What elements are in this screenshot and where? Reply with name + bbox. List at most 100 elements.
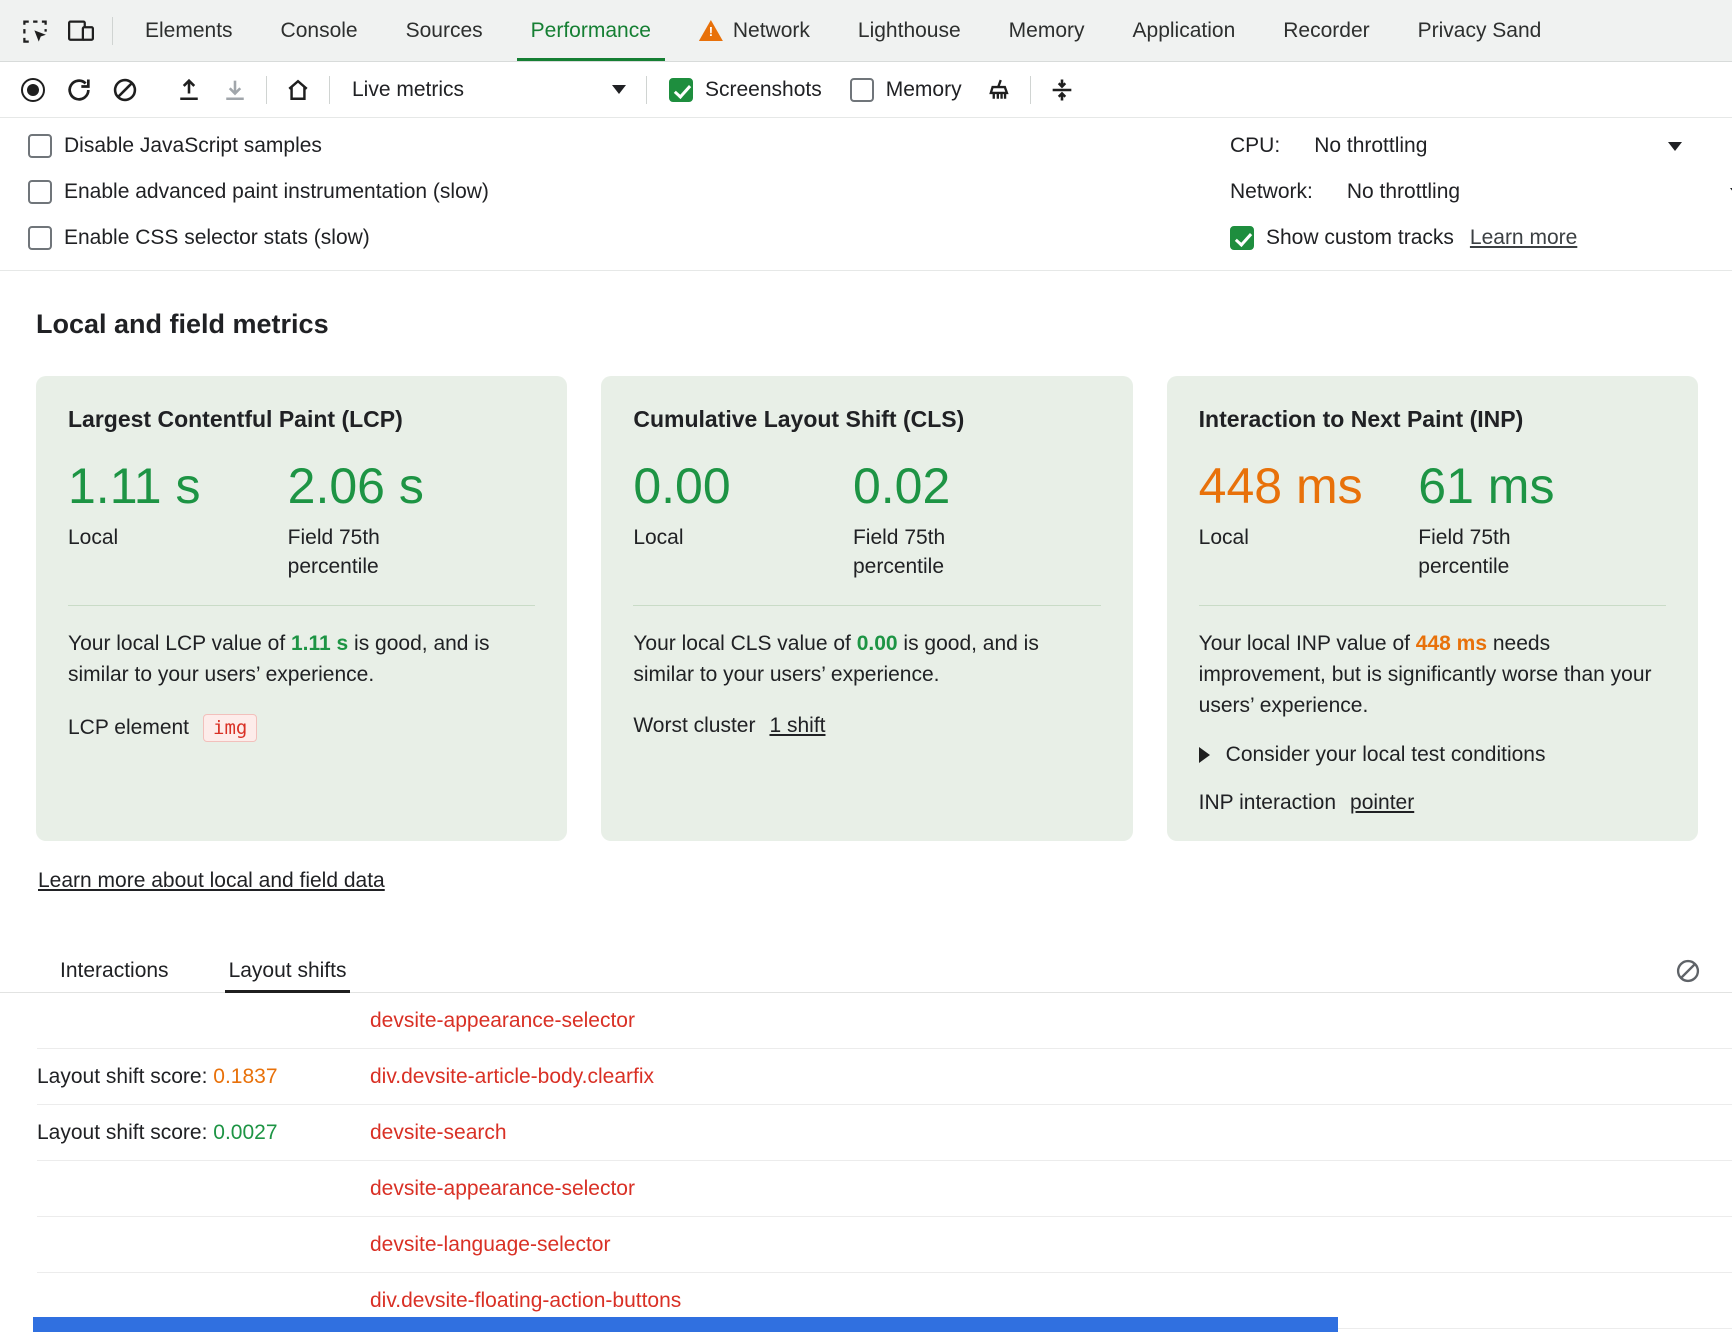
worst-cluster-label: Worst cluster bbox=[633, 714, 755, 738]
inspect-icon[interactable] bbox=[12, 8, 58, 54]
shift-target-link[interactable]: devsite-language-selector bbox=[370, 1233, 610, 1257]
network-throttling-select[interactable]: Network: No throttling bbox=[1230, 180, 1732, 204]
advanced-paint-checkbox[interactable]: Enable advanced paint instrumentation (s… bbox=[28, 180, 1230, 204]
checkbox-checked-icon[interactable] bbox=[1230, 226, 1254, 250]
show-custom-tracks-checkbox[interactable]: Show custom tracks bbox=[1230, 226, 1454, 250]
tab-recorder[interactable]: Recorder bbox=[1259, 0, 1393, 61]
lcp-element-link[interactable]: img bbox=[203, 714, 257, 742]
tab-performance[interactable]: Performance bbox=[507, 0, 675, 61]
metric-card-lcp: Largest Contentful Paint (LCP) 1.11 s Lo… bbox=[36, 376, 567, 841]
cpu-label: CPU: bbox=[1230, 134, 1280, 158]
performance-toolbar: Live metrics Screenshots Memory bbox=[0, 62, 1732, 118]
inp-local-value: 448 ms bbox=[1199, 459, 1419, 513]
consider-test-conditions-expander[interactable]: Consider your local test conditions bbox=[1199, 743, 1666, 767]
checkbox-icon[interactable] bbox=[28, 134, 52, 158]
shift-target-link[interactable]: div.devsite-floating-action-buttons bbox=[370, 1289, 681, 1313]
cpu-throttling-select[interactable]: CPU: No throttling bbox=[1230, 134, 1682, 158]
expander-label: Consider your local test conditions bbox=[1226, 743, 1546, 767]
tab-sources[interactable]: Sources bbox=[382, 0, 507, 61]
section-heading: Local and field metrics bbox=[36, 309, 1698, 340]
shift-score: Layout shift score: 0.0027 bbox=[37, 1121, 370, 1145]
memory-checkbox[interactable]: Memory bbox=[850, 78, 962, 102]
record-icon bbox=[21, 78, 45, 102]
show-custom-tracks-label: Show custom tracks bbox=[1266, 226, 1454, 250]
checkbox-icon[interactable] bbox=[28, 180, 52, 204]
lcp-element-label: LCP element bbox=[68, 716, 189, 740]
tab-application[interactable]: Application bbox=[1109, 0, 1260, 61]
record-button[interactable] bbox=[10, 70, 56, 110]
tab-memory[interactable]: Memory bbox=[985, 0, 1109, 61]
shift-target-link[interactable]: div.devsite-article-body.clearfix bbox=[370, 1065, 654, 1089]
local-label: Local bbox=[633, 523, 768, 552]
history-dropdown-value: Live metrics bbox=[352, 78, 464, 102]
clear-log-icon[interactable] bbox=[1672, 955, 1704, 987]
chevron-right-icon bbox=[1199, 747, 1210, 763]
divider bbox=[1030, 76, 1031, 104]
load-profile-button[interactable] bbox=[166, 70, 212, 110]
learn-more-field-data-link[interactable]: Learn more about local and field data bbox=[38, 869, 385, 893]
checkbox-checked-icon[interactable] bbox=[669, 78, 693, 102]
logs-section: Interactions Layout shifts devsite-appea… bbox=[0, 949, 1732, 1329]
disable-js-samples-label: Disable JavaScript samples bbox=[64, 134, 322, 158]
device-toolbar-icon[interactable] bbox=[58, 8, 104, 54]
divider bbox=[329, 76, 330, 104]
screenshots-checkbox[interactable]: Screenshots bbox=[669, 78, 822, 102]
settings-panel: Disable JavaScript samples Enable advanc… bbox=[0, 118, 1732, 271]
custom-tracks-row: Show custom tracks Learn more bbox=[1230, 226, 1716, 250]
divider bbox=[1199, 605, 1666, 606]
inp-interaction-link[interactable]: pointer bbox=[1350, 791, 1414, 815]
settings-left-column: Disable JavaScript samples Enable advanc… bbox=[16, 134, 1230, 250]
home-icon[interactable] bbox=[275, 70, 321, 110]
screenshots-label: Screenshots bbox=[705, 78, 822, 102]
local-field-metrics-section: Local and field metrics Largest Contentf… bbox=[0, 271, 1732, 893]
clear-button[interactable] bbox=[102, 70, 148, 110]
devtools-tabbar: Elements Console Sources Performance ! N… bbox=[0, 0, 1732, 62]
css-selector-stats-checkbox[interactable]: Enable CSS selector stats (slow) bbox=[28, 226, 1230, 250]
cls-local-value: 0.00 bbox=[633, 459, 853, 513]
horizontal-scrollbar[interactable] bbox=[33, 1317, 1338, 1332]
checkbox-icon[interactable] bbox=[850, 78, 874, 102]
network-value: No throttling bbox=[1347, 180, 1460, 204]
local-label: Local bbox=[68, 523, 203, 552]
metric-card-cls: Cumulative Layout Shift (CLS) 0.00 Local… bbox=[601, 376, 1132, 841]
panel-tabs: Elements Console Sources Performance ! N… bbox=[121, 0, 1565, 61]
chevron-down-icon bbox=[1668, 142, 1682, 151]
collapse-vertical-icon[interactable] bbox=[1039, 70, 1085, 110]
garbage-collect-icon[interactable] bbox=[976, 70, 1022, 110]
layout-shift-row: devsite-appearance-selector bbox=[37, 993, 1732, 1049]
warning-icon: ! bbox=[699, 20, 723, 41]
layout-shift-row: devsite-appearance-selector bbox=[37, 1161, 1732, 1217]
divider bbox=[112, 17, 113, 45]
save-profile-button[interactable] bbox=[212, 70, 258, 110]
tab-network-label: Network bbox=[733, 19, 810, 43]
tab-interactions[interactable]: Interactions bbox=[56, 949, 173, 992]
shift-target-link[interactable]: devsite-search bbox=[370, 1121, 507, 1145]
divider bbox=[266, 76, 267, 104]
tab-privacy-sandbox[interactable]: Privacy Sand bbox=[1394, 0, 1566, 61]
disable-js-samples-checkbox[interactable]: Disable JavaScript samples bbox=[28, 134, 1230, 158]
inp-interaction-label: INP interaction bbox=[1199, 791, 1336, 815]
divider bbox=[68, 605, 535, 606]
tab-network[interactable]: ! Network bbox=[675, 0, 834, 61]
logs-tabbar: Interactions Layout shifts bbox=[0, 949, 1732, 993]
shift-target-link[interactable]: devsite-appearance-selector bbox=[370, 1009, 635, 1033]
field-label: Field 75th percentile bbox=[1418, 523, 1553, 581]
network-label: Network: bbox=[1230, 180, 1313, 204]
worst-cluster-link[interactable]: 1 shift bbox=[769, 714, 825, 738]
memory-label: Memory bbox=[886, 78, 962, 102]
history-dropdown[interactable]: Live metrics bbox=[338, 71, 638, 109]
card-title: Cumulative Layout Shift (CLS) bbox=[633, 406, 1100, 433]
record-and-reload-button[interactable] bbox=[56, 70, 102, 110]
divider bbox=[646, 76, 647, 104]
tab-layout-shifts[interactable]: Layout shifts bbox=[225, 949, 351, 992]
checkbox-icon[interactable] bbox=[28, 226, 52, 250]
shift-target-link[interactable]: devsite-appearance-selector bbox=[370, 1177, 635, 1201]
lcp-local-value: 1.11 s bbox=[68, 459, 288, 513]
metric-card-inp: Interaction to Next Paint (INP) 448 ms L… bbox=[1167, 376, 1698, 841]
tab-lighthouse[interactable]: Lighthouse bbox=[834, 0, 985, 61]
tab-console[interactable]: Console bbox=[257, 0, 382, 61]
learn-more-link[interactable]: Learn more bbox=[1470, 226, 1577, 250]
tab-elements[interactable]: Elements bbox=[121, 0, 257, 61]
cpu-value: No throttling bbox=[1314, 134, 1427, 158]
cls-field-value: 0.02 bbox=[853, 459, 988, 513]
